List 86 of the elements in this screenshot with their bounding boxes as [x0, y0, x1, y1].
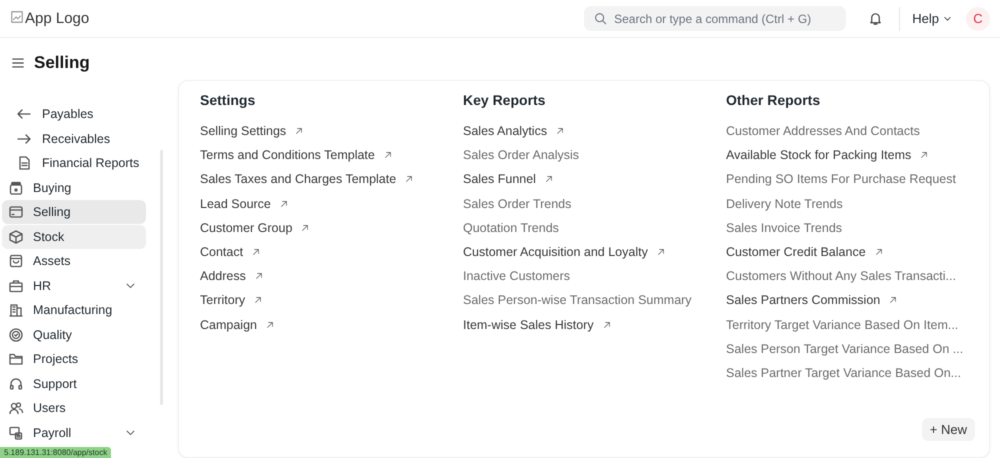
external-link-icon	[252, 248, 260, 256]
link[interactable]: Pending SO Items For Purchase Request	[726, 167, 956, 192]
external-link-icon	[254, 296, 262, 304]
external-link-icon	[874, 248, 883, 256]
link[interactable]: Quotation Trends	[463, 216, 559, 240]
link[interactable]: Terms and Conditions Template	[200, 143, 392, 168]
sidebar-item[interactable]: Receivables	[2, 126, 146, 150]
building-icon	[8, 302, 24, 318]
chevron-down-icon	[943, 14, 952, 23]
external-link-icon	[544, 175, 553, 184]
external-link-icon	[301, 224, 310, 232]
broken-image-icon	[10, 10, 24, 24]
link[interactable]: Address	[200, 264, 263, 288]
folder-icon	[8, 351, 24, 367]
external-link-icon	[920, 151, 928, 160]
sidebar-item[interactable]: HR	[2, 274, 146, 298]
external-link-icon	[384, 151, 392, 160]
briefcase-icon	[8, 278, 24, 294]
link[interactable]: Sales Partner Target Variance Based On...	[726, 360, 962, 386]
sidebar-item[interactable]: Financial Reports	[2, 151, 146, 175]
sidebar-item[interactable]: Payroll	[2, 420, 146, 444]
sidebar-item[interactable]: Stock	[2, 224, 146, 248]
user-avatar[interactable]: C	[966, 6, 990, 30]
tray-icon	[8, 253, 24, 269]
link[interactable]: Customers Without Any Sales Transacti...	[726, 264, 956, 288]
link[interactable]: Sales Order Trends	[463, 192, 572, 216]
sidebar-item[interactable]: Manufacturing	[2, 298, 146, 322]
link[interactable]: Customer Addresses And Contacts	[726, 119, 920, 144]
external-link-icon	[556, 127, 564, 136]
external-link-icon	[602, 320, 611, 329]
link[interactable]: Available Stock for Packing Items	[726, 143, 928, 168]
status-url: 5.189.131.31:8080/app/stock	[0, 447, 112, 458]
new-button[interactable]: + New	[922, 418, 975, 441]
link[interactable]: Customer Credit Balance	[726, 240, 883, 264]
page-title: Selling	[34, 53, 90, 73]
external-link-icon	[405, 175, 414, 184]
link[interactable]: Customer Acquisition and Loyalty	[463, 240, 665, 264]
link[interactable]: Territory Target Variance Based On Item...	[726, 312, 958, 337]
link[interactable]: Sales Partners Commission	[726, 288, 898, 312]
cube-icon	[8, 228, 24, 244]
menu-icon	[11, 56, 25, 70]
external-link-icon	[254, 272, 263, 280]
external-link-icon	[889, 296, 898, 304]
link[interactable]: Selling Settings	[200, 119, 304, 144]
sidebar-item[interactable]: Buying	[2, 176, 146, 200]
section-title: Key Reports	[463, 91, 546, 110]
link[interactable]: Sales Invoice Trends	[726, 216, 842, 240]
link[interactable]: Customer Group	[200, 216, 310, 240]
sidebar-item[interactable]: Selling	[2, 200, 146, 224]
link[interactable]: Territory	[200, 288, 262, 312]
link[interactable]: Inactive Customers	[463, 264, 570, 288]
link[interactable]: Sales Person-wise Transaction Summary	[463, 288, 692, 312]
help-menu[interactable]: Help	[912, 11, 952, 26]
badge-icon	[8, 326, 24, 342]
link[interactable]: Sales Order Analysis	[463, 143, 580, 168]
link[interactable]: Sales Funnel	[463, 167, 553, 192]
sidebar-item[interactable]: Quality	[2, 322, 146, 346]
search-field[interactable]: Search or type a command (Ctrl + G)	[584, 6, 846, 31]
link[interactable]: Sales Taxes and Charges Template	[200, 167, 414, 192]
link[interactable]: Contact	[200, 240, 260, 264]
external-link-icon	[656, 248, 665, 256]
sidebar-item[interactable]: Support	[2, 372, 146, 396]
search-icon	[594, 12, 608, 25]
bag-icon	[8, 180, 24, 196]
link[interactable]: Item-wise Sales History	[463, 312, 611, 337]
link[interactable]: Campaign	[200, 312, 274, 337]
link[interactable]: Lead Source	[200, 192, 288, 216]
sidebar-item[interactable]: Users	[2, 396, 146, 420]
section-title: Settings	[200, 91, 256, 110]
section-title: Other Reports	[726, 91, 820, 110]
broken-logo-image[interactable]: App Logo	[10, 10, 90, 27]
headset-icon	[8, 376, 24, 392]
bell-icon	[868, 11, 884, 26]
payroll-icon	[8, 424, 24, 440]
logo-alt-text: App Logo	[25, 10, 90, 27]
window-icon	[8, 204, 24, 220]
sidebar-item[interactable]: Assets	[2, 249, 146, 273]
external-link-icon	[280, 200, 288, 208]
external-link-icon	[295, 127, 304, 136]
link[interactable]: Sales Person Target Variance Based On ...	[726, 336, 964, 361]
link[interactable]: Sales Analytics	[463, 119, 564, 144]
sidebar-item[interactable]: Projects	[2, 347, 146, 371]
sidebar-item[interactable]: Payables	[2, 102, 146, 126]
link[interactable]: Delivery Note Trends	[726, 192, 843, 216]
external-link-icon	[266, 320, 274, 329]
users-icon	[8, 400, 24, 416]
